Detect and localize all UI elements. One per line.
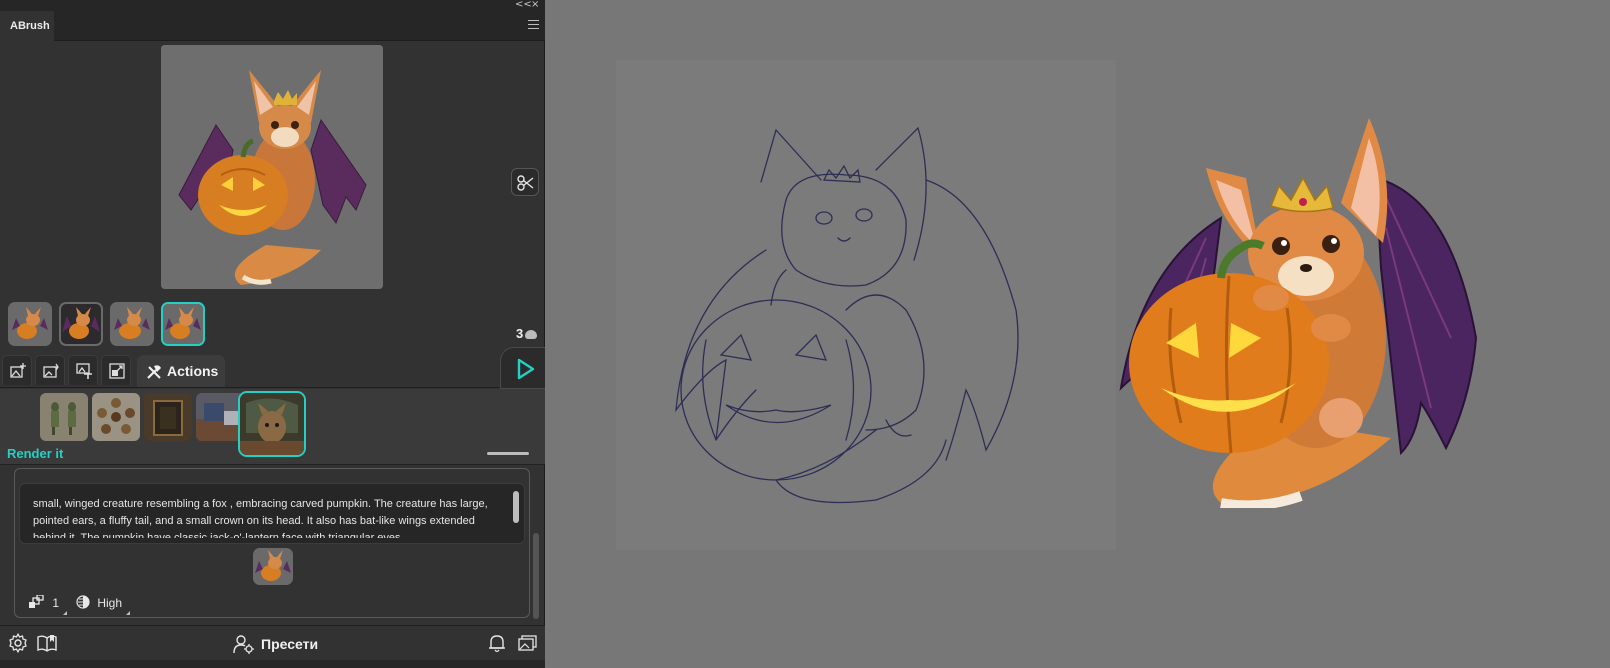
style-caption: Render it [7,446,64,461]
fox-render [1119,118,1478,508]
abrush-panel: << × ABrush 3 Actions Render it small, w… [0,0,545,668]
image-add-icon [10,363,26,378]
tab-abrush[interactable]: ABrush [0,11,54,41]
play-icon [517,358,535,380]
prompt-textarea[interactable]: small, winged creature resembling a fox … [19,483,525,544]
user-settings-icon [233,635,254,654]
fox-sketch [675,126,1019,504]
result-thumbnail[interactable] [110,302,154,346]
style-thumbnail[interactable] [40,393,88,441]
tab-actions[interactable]: Actions [137,355,225,387]
collapse-icon[interactable]: << [515,0,532,10]
panel-scrollbar[interactable] [533,533,539,619]
panel-tab-bar: ABrush [0,11,545,41]
result-thumbnail-selected[interactable] [161,302,205,346]
presets-label: Пресети [261,636,319,652]
panel-bottom-strip [0,660,545,668]
prompt-scrollbar[interactable] [513,491,519,523]
image-count-value: 1 [52,596,60,610]
tab-image-import[interactable] [35,355,65,385]
stack-icon [29,594,44,608]
styles-scrollbar[interactable] [487,452,529,455]
tab-add-image[interactable] [2,355,32,385]
style-thumbnail[interactable] [144,393,192,441]
style-presets: Render it [0,389,545,465]
image-count-selector[interactable]: 1 [28,594,68,615]
tool-tabs: Actions [0,353,545,388]
coins-icon [525,330,538,339]
quality-selector[interactable]: High [76,595,131,615]
result-thumbnail[interactable] [59,302,103,346]
credits-value: 3 [516,326,524,341]
style-thumbnail[interactable] [92,393,140,441]
result-thumbnail[interactable] [8,302,52,346]
result-preview[interactable] [161,45,383,289]
tab-image-text[interactable] [68,355,98,385]
tools-icon [147,365,161,379]
image-import-icon [43,363,59,378]
tab-resize[interactable] [101,355,131,385]
resize-icon [109,363,125,379]
reference-image-thumbnail[interactable] [253,548,293,585]
bell-icon[interactable] [488,633,506,653]
prompt-text: small, winged creature resembling a fox … [33,498,488,538]
document-canvas[interactable] [546,0,1610,668]
close-icon[interactable]: × [531,0,539,10]
panel-top-strip: << × [0,0,545,11]
scissors-button[interactable] [511,168,539,196]
quality-value: High [97,596,123,610]
panel-footer: Пресети [0,625,545,660]
actions-label: Actions [167,363,219,379]
presets-button[interactable]: Пресети [233,634,318,654]
image-text-icon [76,363,92,379]
menu-icon[interactable] [528,20,539,30]
gear-icon[interactable] [8,633,28,653]
credits-counter: 3 [516,326,538,341]
scissors-icon [517,175,534,191]
gallery-icon[interactable] [518,633,538,653]
fox-pumpkin-image [161,45,383,289]
style-thumbnail[interactable] [196,393,244,441]
style-thumbnail-selected[interactable] [238,391,306,457]
generate-button[interactable] [500,347,545,389]
book-icon[interactable] [36,633,58,653]
quality-icon [76,595,90,609]
